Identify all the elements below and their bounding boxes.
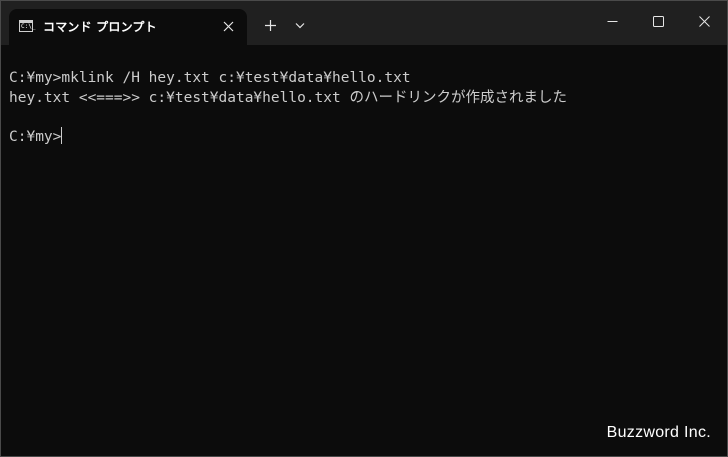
minimize-icon xyxy=(607,20,617,22)
terminal-line: C:¥my>mklink /H hey.txt c:¥test¥data¥hel… xyxy=(9,70,411,86)
cmd-icon: C:\_ xyxy=(19,20,35,32)
close-icon xyxy=(223,21,233,31)
watermark: Buzzword Inc. xyxy=(606,424,711,441)
plus-icon xyxy=(264,19,276,31)
close-window-button[interactable] xyxy=(681,1,727,41)
close-icon xyxy=(698,15,710,27)
prompt: C:¥my> xyxy=(9,129,62,145)
terminal-window: C:\_ コマンド プロンプト C:¥my>mklink /H hey.txt … xyxy=(0,0,728,457)
new-tab-button[interactable] xyxy=(257,14,283,36)
minimize-button[interactable] xyxy=(589,1,635,41)
text-cursor xyxy=(61,127,63,144)
terminal-line: hey.txt <<===>> c:¥test¥data¥hello.txt の… xyxy=(9,90,567,106)
close-tab-button[interactable] xyxy=(217,15,239,37)
maximize-icon xyxy=(652,15,664,27)
title-bar: C:\_ コマンド プロンプト xyxy=(1,1,727,45)
maximize-button[interactable] xyxy=(635,1,681,41)
tab-command-prompt[interactable]: C:\_ コマンド プロンプト xyxy=(9,9,247,45)
chevron-down-icon xyxy=(295,22,305,28)
prompt-line: C:¥my> xyxy=(9,127,63,147)
tab-dropdown-button[interactable] xyxy=(289,14,311,36)
terminal-output[interactable]: C:¥my>mklink /H hey.txt c:¥test¥data¥hel… xyxy=(1,45,727,456)
tab-title: コマンド プロンプト xyxy=(43,20,157,34)
